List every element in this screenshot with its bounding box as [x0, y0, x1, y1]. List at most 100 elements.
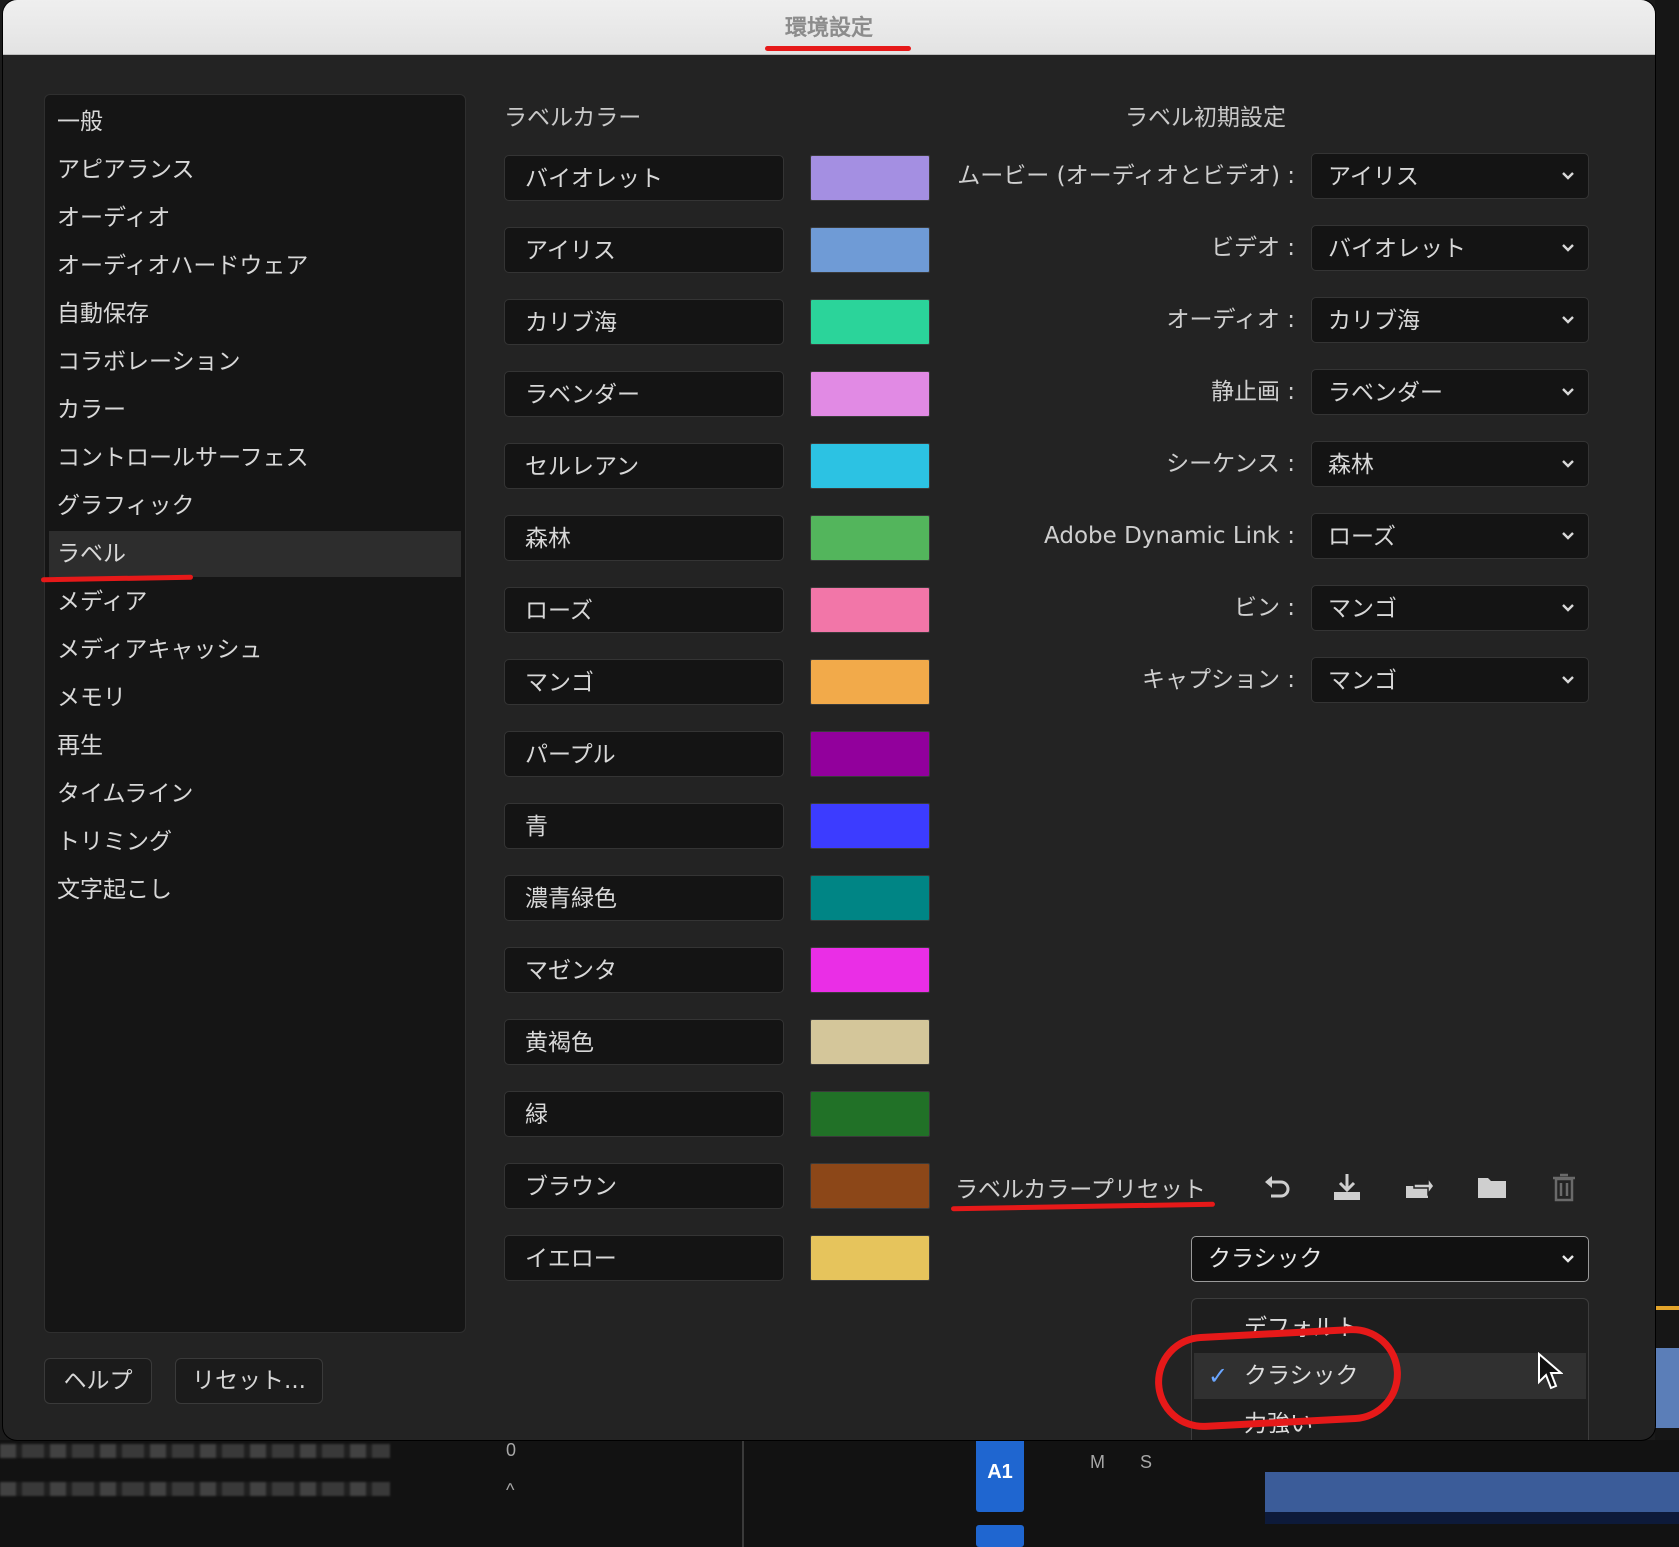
label-colors-heading: ラベルカラー [504, 105, 642, 131]
label-color-preset-label: ラベルカラープリセット [955, 1177, 1206, 1203]
label-default-value: アイリス [1328, 164, 1419, 190]
label-color-name-field[interactable]: 緑 [504, 1091, 784, 1137]
help-button[interactable]: ヘルプ [44, 1358, 152, 1404]
chevron-down-icon [1562, 460, 1574, 468]
label-color-name-field[interactable]: セルレアン [504, 443, 784, 489]
label-color-name-field[interactable]: ラベンダー [504, 371, 784, 417]
label-color-swatch[interactable] [810, 155, 930, 201]
sidebar-item[interactable]: 一般 [49, 99, 461, 145]
background-track-a1[interactable]: A1 [976, 1432, 1024, 1512]
label-color-name-field[interactable]: 青 [504, 803, 784, 849]
label-default-value: マンゴ [1328, 668, 1397, 694]
trash-icon [1553, 1173, 1575, 1202]
background-value-b: ^ [506, 1480, 515, 1500]
folder-icon[interactable] [1475, 1170, 1509, 1204]
label-color-swatch[interactable] [810, 1163, 930, 1209]
label-color-name-field[interactable]: 森林 [504, 515, 784, 561]
label-color-name-field[interactable]: 黄褐色 [504, 1019, 784, 1065]
label-default-dropdown[interactable]: アイリス [1311, 153, 1589, 199]
sidebar-item[interactable]: タイムライン [49, 771, 461, 817]
background-value-a: 0 [506, 1440, 517, 1460]
label-default-row-label: キャプション : [923, 657, 1295, 703]
background-ruler [742, 1440, 864, 1547]
label-color-name-field[interactable]: カリブ海 [504, 299, 784, 345]
label-color-swatch[interactable] [810, 947, 930, 993]
label-color-name-field[interactable]: ローズ [504, 587, 784, 633]
label-color-name-field[interactable]: バイオレット [504, 155, 784, 201]
sidebar-item[interactable]: グラフィック [49, 483, 461, 529]
label-default-dropdown[interactable]: マンゴ [1311, 657, 1589, 703]
label-default-label-text: Adobe Dynamic Link : [1044, 523, 1295, 549]
background-app-right-edge [1655, 0, 1679, 1547]
sidebar-item[interactable]: トリミング [49, 819, 461, 865]
window-title: 環境設定 [784, 16, 873, 41]
sidebar-item[interactable]: ラベル [49, 531, 461, 577]
label-default-dropdown[interactable]: マンゴ [1311, 585, 1589, 631]
chevron-down-icon [1562, 532, 1574, 540]
sidebar-item[interactable]: コントロールサーフェス [49, 435, 461, 481]
sidebar-item[interactable]: カラー [49, 387, 461, 433]
sidebar-item[interactable]: メディアキャッシュ [49, 627, 461, 673]
label-default-row-label: ムービー (オーディオとビデオ) : [923, 153, 1295, 199]
label-color-swatch[interactable] [810, 371, 930, 417]
sidebar-item[interactable]: オーディオハードウェア [49, 243, 461, 289]
label-color-swatch[interactable] [810, 227, 930, 273]
chevron-down-icon [1562, 1255, 1574, 1263]
label-default-row-label: ビデオ : [923, 225, 1295, 271]
sidebar-item[interactable]: コラボレーション [49, 339, 461, 385]
label-color-swatch[interactable] [810, 1235, 930, 1281]
reset-button[interactable]: リセット... [175, 1358, 323, 1404]
background-clip-right [1654, 1348, 1679, 1428]
label-color-swatch[interactable] [810, 803, 930, 849]
chevron-down-icon [1562, 388, 1574, 396]
label-color-preset-dropdown[interactable]: クラシック [1191, 1236, 1589, 1282]
chevron-down-icon [1562, 316, 1574, 324]
label-color-swatch[interactable] [810, 515, 930, 561]
label-color-name-field[interactable]: マンゴ [504, 659, 784, 705]
background-blurred-text [0, 1482, 390, 1496]
label-color-swatch[interactable] [810, 1019, 930, 1065]
label-default-row-label: 静止画 : [923, 369, 1295, 415]
label-color-name-field[interactable]: パープル [504, 731, 784, 777]
label-default-dropdown[interactable]: ラベンダー [1311, 369, 1589, 415]
label-color-name-field[interactable]: アイリス [504, 227, 784, 273]
sidebar-item[interactable]: 文字起こし [49, 867, 461, 913]
label-default-value: ローズ [1328, 524, 1396, 550]
label-default-label-text: ビデオ : [1210, 235, 1295, 261]
import-icon[interactable] [1330, 1170, 1364, 1204]
background-audio-clip[interactable] [1265, 1472, 1679, 1512]
label-default-dropdown[interactable]: カリブ海 [1311, 297, 1589, 343]
label-color-swatch[interactable] [810, 731, 930, 777]
label-color-name-field[interactable]: イエロー [504, 1235, 784, 1281]
export-icon[interactable] [1402, 1170, 1436, 1204]
background-track-solo[interactable]: S [1140, 1452, 1152, 1473]
label-default-dropdown[interactable]: ローズ [1311, 513, 1589, 559]
label-color-name-field[interactable]: 濃青緑色 [504, 875, 784, 921]
label-default-row-label: ビン : [923, 585, 1295, 631]
label-default-dropdown[interactable]: 森林 [1311, 441, 1589, 487]
label-color-swatch[interactable] [810, 659, 930, 705]
background-track-a2[interactable] [976, 1525, 1024, 1547]
sidebar-item[interactable]: メディア [49, 579, 461, 625]
label-color-swatch[interactable] [810, 875, 930, 921]
label-color-swatch[interactable] [810, 1091, 930, 1137]
label-color-name-field[interactable]: マゼンタ [504, 947, 784, 993]
label-color-swatch[interactable] [810, 299, 930, 345]
preferences-dialog: 環境設定 一般 アピアランス オーディオ オーディオハードウェア 自動保存 コラボレーショ… [3, 0, 1655, 1440]
chevron-down-icon [1562, 244, 1574, 252]
undo-icon[interactable] [1259, 1170, 1293, 1204]
label-default-label-text: シーケンス : [1166, 451, 1295, 477]
sidebar-item[interactable]: オーディオ [49, 195, 461, 241]
label-default-value: カリブ海 [1328, 308, 1420, 334]
label-color-name-field[interactable]: ブラウン [504, 1163, 784, 1209]
label-color-swatch[interactable] [810, 587, 930, 633]
label-color-swatch[interactable] [810, 443, 930, 489]
sidebar-item[interactable]: アピアランス [49, 147, 461, 193]
background-playhead-marker [1652, 1306, 1679, 1310]
background-track-mute[interactable]: M [1090, 1452, 1105, 1473]
sidebar-item[interactable]: 再生 [49, 723, 461, 769]
chevron-down-icon [1562, 172, 1574, 180]
sidebar-item[interactable]: メモリ [49, 675, 461, 721]
sidebar-item[interactable]: 自動保存 [49, 291, 461, 337]
label-default-dropdown[interactable]: バイオレット [1311, 225, 1589, 271]
